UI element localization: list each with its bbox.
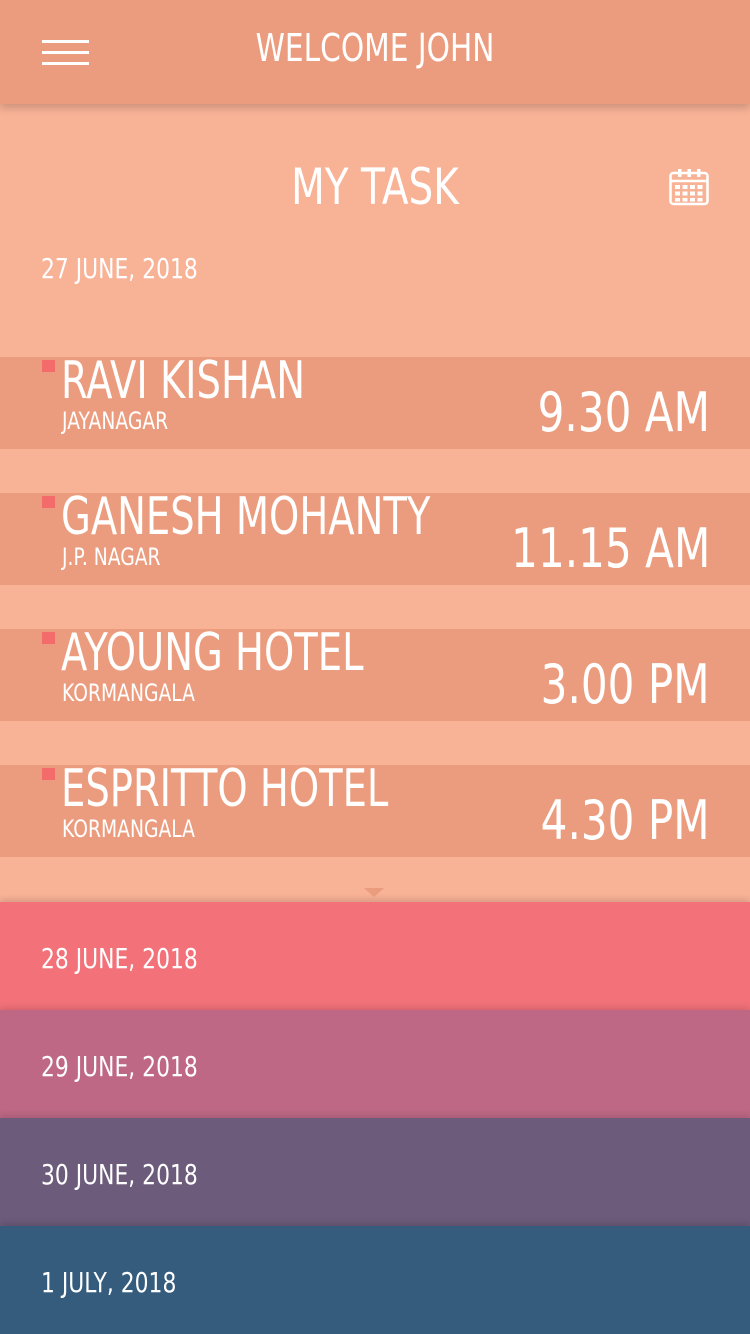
task-panel: MY TASK 27 JUNE, 2018 RAVI KISHAN JAYANA… — [0, 104, 750, 902]
task-time: 4.30 PM — [541, 789, 710, 852]
task-place: KORMANGALA — [62, 815, 195, 843]
day-label: 28 JUNE, 2018 — [41, 942, 198, 975]
section-title: MY TASK — [291, 158, 459, 216]
calendar-icon[interactable] — [669, 168, 709, 206]
task-name: AYOUNG HOTEL — [61, 623, 364, 683]
task-marker — [42, 360, 55, 372]
task-place: J.P. NAGAR — [62, 543, 161, 571]
task-item[interactable]: AYOUNG HOTEL KORMANGALA 3.00 PM — [0, 623, 750, 721]
task-name: GANESH MOHANTY — [61, 487, 431, 547]
task-item[interactable]: GANESH MOHANTY J.P. NAGAR 11.15 AM — [0, 487, 750, 585]
task-marker — [42, 768, 55, 780]
task-marker — [42, 632, 55, 644]
task-time: 3.00 PM — [541, 653, 710, 716]
day-row-30-june[interactable]: 30 JUNE, 2018 — [0, 1118, 750, 1226]
collapse-arrow-icon[interactable] — [364, 888, 384, 897]
task-item[interactable]: ESPRITTO HOTEL KORMANGALA 4.30 PM — [0, 759, 750, 857]
task-name: ESPRITTO HOTEL — [61, 759, 389, 819]
current-date: 27 JUNE, 2018 — [41, 252, 198, 285]
task-place: JAYANAGAR — [62, 407, 169, 435]
day-label: 30 JUNE, 2018 — [41, 1158, 198, 1191]
app-header: WELCOME JOHN — [0, 0, 750, 104]
day-row-1-july[interactable]: 1 JULY, 2018 — [0, 1226, 750, 1334]
task-time: 11.15 AM — [510, 517, 710, 580]
task-place: KORMANGALA — [62, 679, 195, 707]
day-row-28-june[interactable]: 28 JUNE, 2018 — [0, 902, 750, 1010]
task-marker — [42, 496, 55, 508]
task-time: 9.30 AM — [537, 381, 710, 444]
day-label: 1 JULY, 2018 — [41, 1266, 177, 1299]
task-item[interactable]: RAVI KISHAN JAYANAGAR 9.30 AM — [0, 351, 750, 449]
task-name: RAVI KISHAN — [61, 351, 306, 411]
day-row-29-june[interactable]: 29 JUNE, 2018 — [0, 1010, 750, 1118]
header-title: WELCOME JOHN — [255, 26, 495, 70]
day-label: 29 JUNE, 2018 — [41, 1050, 198, 1083]
